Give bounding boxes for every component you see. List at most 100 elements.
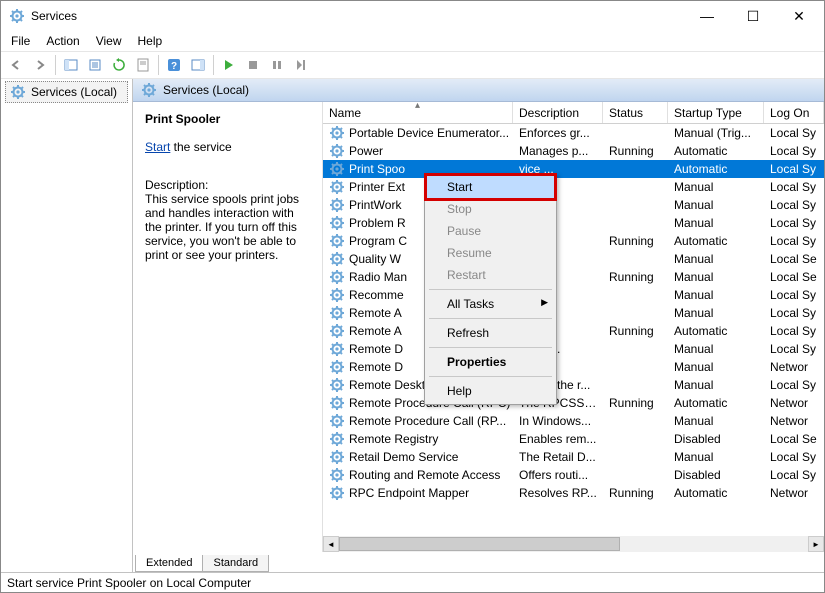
menu-action[interactable]: Action <box>46 34 79 48</box>
row-startup-type: Manual <box>668 360 764 374</box>
row-name: Retail Demo Service <box>349 450 458 464</box>
services-icon <box>9 8 25 24</box>
panel-title: Services (Local) <box>163 83 249 97</box>
service-row[interactable]: PrintWorkes su...ManualLocal Sy <box>323 196 824 214</box>
service-row[interactable]: Printer Extvice ...ManualLocal Sy <box>323 178 824 196</box>
nav-tree[interactable]: Services (Local) <box>1 79 133 572</box>
service-icon <box>329 467 345 483</box>
row-startup-type: Manual <box>668 306 764 320</box>
forward-button[interactable] <box>29 54 51 76</box>
service-row[interactable]: Retail Demo ServiceThe Retail D...Manual… <box>323 448 824 466</box>
col-name[interactable]: Name <box>323 102 513 123</box>
row-name: Routing and Remote Access <box>349 468 500 482</box>
service-icon <box>329 305 345 321</box>
row-name: Radio Man <box>349 270 407 284</box>
service-row[interactable]: Radio ManMan...RunningManualLocal Se <box>323 268 824 286</box>
row-log-on: Local Sy <box>764 342 824 356</box>
row-status: Running <box>603 396 668 410</box>
col-status[interactable]: Status <box>603 102 668 123</box>
service-row[interactable]: Routing and Remote AccessOffers routi...… <box>323 466 824 484</box>
context-item-all-tasks[interactable]: All Tasks▶ <box>427 293 554 315</box>
service-row[interactable]: Portable Device Enumerator...Enforces gr… <box>323 124 824 142</box>
nav-item-services-local[interactable]: Services (Local) <box>5 81 128 103</box>
service-icon <box>329 413 345 429</box>
start-service-link[interactable]: Start <box>145 140 170 154</box>
menu-file[interactable]: File <box>11 34 30 48</box>
row-startup-type: Manual <box>668 450 764 464</box>
titlebar: Services — ☐ ✕ <box>1 1 824 31</box>
service-row[interactable]: Remote Aes di...RunningAutomaticLocal Sy <box>323 322 824 340</box>
menu-view[interactable]: View <box>96 34 122 48</box>
tab-standard[interactable]: Standard <box>202 555 269 572</box>
context-item-start[interactable]: Start <box>427 176 554 198</box>
menu-help[interactable]: Help <box>138 34 163 48</box>
col-startup-type[interactable]: Startup Type <box>668 102 764 123</box>
row-name: RPC Endpoint Mapper <box>349 486 469 500</box>
col-description[interactable]: Description <box>513 102 603 123</box>
show-hide-tree-button[interactable] <box>60 54 82 76</box>
service-icon <box>329 287 345 303</box>
row-name: Portable Device Enumerator... <box>349 126 509 140</box>
refresh-button[interactable] <box>108 54 130 76</box>
svg-text:?: ? <box>171 61 177 72</box>
services-list[interactable]: Name Description Status Startup Type Log… <box>323 102 824 552</box>
context-menu[interactable]: StartStopPauseResumeRestartAll Tasks▶Ref… <box>424 173 557 405</box>
help-button[interactable]: ? <box>163 54 185 76</box>
scroll-right-button[interactable]: ► <box>808 536 824 552</box>
horizontal-scrollbar[interactable]: ◄ ► <box>323 536 824 552</box>
service-row[interactable]: PowerManages p...RunningAutomaticLocal S… <box>323 142 824 160</box>
back-button[interactable] <box>5 54 27 76</box>
tab-extended[interactable]: Extended <box>135 555 203 572</box>
service-icon <box>329 485 345 501</box>
service-icon <box>329 251 345 267</box>
scroll-thumb[interactable] <box>339 537 620 551</box>
row-name: Remote D <box>349 360 403 374</box>
service-row[interactable]: Program Cvice ...RunningAutomaticLocal S… <box>323 232 824 250</box>
col-log-on[interactable]: Log On <box>764 102 824 123</box>
row-startup-type: Manual <box>668 414 764 428</box>
row-log-on: Networ <box>764 486 824 500</box>
row-log-on: Networ <box>764 396 824 410</box>
service-row[interactable]: Problem Rvice ...ManualLocal Sy <box>323 214 824 232</box>
services-icon <box>141 82 157 98</box>
minimize-button[interactable]: — <box>684 1 730 31</box>
view-tabs: Extended Standard <box>133 552 824 572</box>
context-item-refresh[interactable]: Refresh <box>427 322 554 344</box>
service-row[interactable]: Print Spoovice ...AutomaticLocal Sy <box>323 160 824 178</box>
export-list-button[interactable] <box>84 54 106 76</box>
pause-service-button[interactable] <box>266 54 288 76</box>
service-row[interactable]: Remote RegistryEnables rem...DisabledLoc… <box>323 430 824 448</box>
scroll-left-button[interactable]: ◄ <box>323 536 339 552</box>
context-separator <box>429 376 552 377</box>
service-row[interactable]: Remote Procedure Call (RPC)The RPCSS s..… <box>323 394 824 412</box>
stop-service-button[interactable] <box>242 54 264 76</box>
maximize-button[interactable]: ☐ <box>730 1 776 31</box>
start-suffix: the service <box>170 140 231 154</box>
restart-service-button[interactable] <box>290 54 312 76</box>
context-item-help[interactable]: Help <box>427 380 554 402</box>
row-log-on: Local Sy <box>764 468 824 482</box>
service-row[interactable]: Remote Procedure Call (RP...In Windows..… <box>323 412 824 430</box>
row-startup-type: Manual <box>668 198 764 212</box>
row-log-on: Local Se <box>764 252 824 266</box>
close-button[interactable]: ✕ <box>776 1 822 31</box>
row-description: In Windows... <box>513 414 603 428</box>
action-pane-button[interactable] <box>187 54 209 76</box>
service-row[interactable]: Quality WWin...ManualLocal Se <box>323 250 824 268</box>
row-startup-type: Manual (Trig... <box>668 126 764 140</box>
context-separator <box>429 318 552 319</box>
row-startup-type: Automatic <box>668 324 764 338</box>
service-icon <box>329 215 345 231</box>
service-row[interactable]: RPC Endpoint MapperResolves RP...Running… <box>323 484 824 502</box>
properties-button[interactable] <box>132 54 154 76</box>
service-row[interactable]: Remote Duser...ManualNetwor <box>323 358 824 376</box>
start-service-button[interactable] <box>218 54 240 76</box>
service-row[interactable]: Remote Aa co...ManualLocal Sy <box>323 304 824 322</box>
service-row[interactable]: Remote De Des...ManualLocal Sy <box>323 340 824 358</box>
service-row[interactable]: Remote Desktop Services U...Allows the r… <box>323 376 824 394</box>
row-startup-type: Disabled <box>668 432 764 446</box>
row-name: Printer Ext <box>349 180 405 194</box>
context-item-properties[interactable]: Properties <box>427 351 554 373</box>
column-headers[interactable]: Name Description Status Startup Type Log… <box>323 102 824 124</box>
service-row[interactable]: Recommes aut...ManualLocal Sy <box>323 286 824 304</box>
